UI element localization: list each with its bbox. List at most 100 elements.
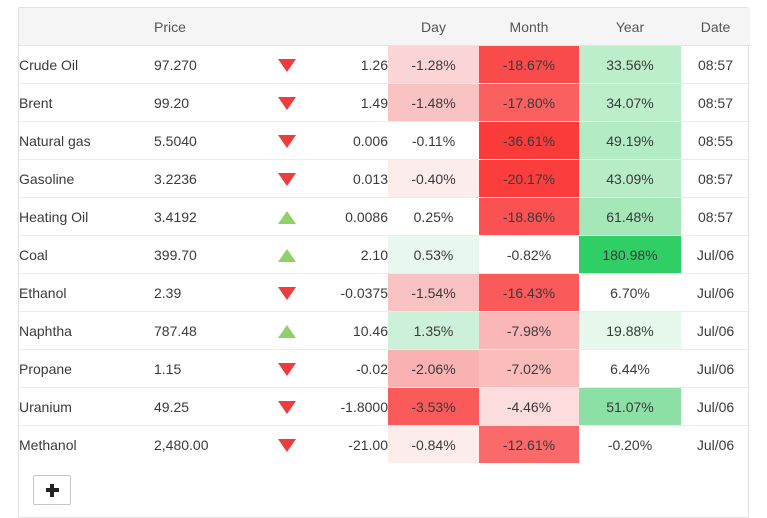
cell-price: 787.48 bbox=[154, 311, 266, 350]
add-row-button[interactable] bbox=[33, 475, 71, 505]
arrow-up-icon bbox=[278, 211, 296, 225]
cell-year-percent: 43.09% bbox=[579, 159, 681, 198]
cell-year-percent: 51.07% bbox=[579, 387, 681, 426]
cell-commodity-name: Coal bbox=[19, 235, 154, 274]
cell-direction bbox=[266, 387, 308, 426]
cell-commodity-name: Brent bbox=[19, 83, 154, 122]
cell-day-percent: 0.53% bbox=[388, 235, 479, 274]
arrow-down-icon bbox=[278, 401, 296, 415]
cell-change: 1.49 bbox=[308, 83, 388, 122]
cell-change: -0.02 bbox=[308, 349, 388, 388]
cell-date: 08:57 bbox=[681, 83, 750, 122]
cell-month-percent: -4.46% bbox=[479, 387, 579, 426]
cell-direction bbox=[266, 349, 308, 388]
cell-direction bbox=[266, 425, 308, 463]
arrow-down-icon bbox=[278, 97, 296, 111]
table-row[interactable]: Natural gas 5.5040 0.006 -0.11% -36.61% 49.19… bbox=[19, 121, 750, 160]
cell-date: 08:57 bbox=[697, 56, 734, 73]
cell-date: Jul/06 bbox=[681, 235, 750, 274]
cell-year-percent: 6.44% bbox=[579, 349, 681, 388]
cell-date: Jul/06 bbox=[681, 311, 750, 350]
cell-direction bbox=[266, 46, 308, 84]
arrow-down-icon bbox=[278, 59, 296, 73]
cell-price: 3.4192 bbox=[154, 197, 266, 236]
table-row[interactable]: Naphtha 787.48 10.46 1.35% -7.98% 19.88% Jul/0… bbox=[19, 311, 750, 350]
cell-month-percent: -7.98% bbox=[479, 311, 579, 350]
cell-year-percent: -0.20% bbox=[579, 425, 681, 463]
cell-month-percent: -18.67% bbox=[479, 45, 579, 84]
cell-day-percent: -0.11% bbox=[388, 121, 479, 160]
cell-direction bbox=[266, 311, 308, 350]
column-header-date: Date bbox=[681, 8, 750, 46]
cell-month-percent: -20.17% bbox=[479, 159, 579, 198]
cell-price: 99.20 bbox=[154, 83, 266, 122]
cell-price: 1.15 bbox=[154, 349, 266, 388]
cell-commodity-name: Gasoline bbox=[19, 159, 154, 198]
cell-day-percent: -1.54% bbox=[388, 273, 479, 312]
table-row[interactable]: Gasoline 3.2236 0.013 -0.40% -20.17% 43.09% 08… bbox=[19, 159, 750, 198]
cell-price: 399.70 bbox=[154, 235, 266, 274]
table-row[interactable]: Uranium 49.25 -1.8000 -3.53% -4.46% 51.07% Jul… bbox=[19, 387, 750, 426]
cell-year-percent: 49.19% bbox=[579, 121, 681, 160]
cell-date: Jul/06 bbox=[681, 425, 750, 463]
cell-direction bbox=[266, 235, 308, 274]
column-header-name bbox=[19, 8, 154, 46]
table-row[interactable]: Brent 99.20 1.49 -1.48% -17.80% 34.07% 08:57 bbox=[19, 83, 750, 122]
cell-price: 49.25 bbox=[154, 387, 266, 426]
table-row[interactable]: Heating Oil 3.4192 0.0086 0.25% -18.86% 61.48… bbox=[19, 197, 750, 236]
cell-direction bbox=[266, 121, 308, 160]
arrow-down-icon bbox=[278, 173, 296, 187]
cell-year-percent: 180.98% bbox=[579, 235, 681, 274]
commodities-table: Price Day Month Year Date Crude Oil 97.27… bbox=[19, 8, 750, 463]
cell-price: 97.270 bbox=[154, 56, 197, 73]
cell-month-percent: -36.61% bbox=[479, 121, 579, 160]
column-header-price: Price bbox=[154, 8, 266, 46]
arrow-up-icon bbox=[278, 325, 296, 339]
cell-commodity-name: Methanol bbox=[19, 425, 154, 463]
cell-commodity-name: Propane bbox=[19, 349, 154, 388]
column-header-month: Month bbox=[479, 8, 579, 46]
column-header-day: Day bbox=[388, 8, 479, 46]
table-row[interactable]: Crude Oil 97.270 1.26 -1.28% -18.67% 33.56% 08… bbox=[19, 45, 750, 84]
cell-month-percent: -0.82% bbox=[479, 235, 579, 274]
cell-date: 08:55 bbox=[681, 121, 750, 160]
table-body: Crude Oil 97.270 1.26 -1.28% -18.67% 33.56% 08… bbox=[19, 45, 750, 463]
cell-day-percent: -1.28% bbox=[388, 45, 479, 84]
cell-change: 2.10 bbox=[308, 235, 388, 274]
cell-date: Jul/06 bbox=[681, 349, 750, 388]
cell-change: 0.0086 bbox=[308, 197, 388, 236]
table-row[interactable]: Coal 399.70 2.10 0.53% -0.82% 180.98% Jul/06 bbox=[19, 235, 750, 274]
cell-date: Jul/06 bbox=[681, 273, 750, 312]
table-row[interactable]: Propane 1.15 -0.02 -2.06% -7.02% 6.44% Jul/06 bbox=[19, 349, 750, 388]
arrow-down-icon bbox=[278, 439, 296, 453]
cell-month-percent: -16.43% bbox=[479, 273, 579, 312]
cell-commodity-name: Naphtha bbox=[19, 311, 154, 350]
cell-price: 2,480.00 bbox=[154, 425, 266, 463]
cell-change: 0.013 bbox=[308, 159, 388, 198]
cell-commodity-name: Natural gas bbox=[19, 121, 154, 160]
arrow-down-icon bbox=[278, 363, 296, 377]
cell-direction bbox=[266, 83, 308, 122]
table-row[interactable]: Methanol 2,480.00 -21.00 -0.84% -12.61% -0.20… bbox=[19, 425, 750, 463]
cell-price: 5.5040 bbox=[154, 121, 266, 160]
cell-month-percent: -7.02% bbox=[479, 349, 579, 388]
cell-year-percent: 33.56% bbox=[579, 45, 681, 84]
cell-price: 3.2236 bbox=[154, 159, 266, 198]
cell-commodity-name: Crude Oil bbox=[19, 56, 79, 73]
cell-day-percent: -3.53% bbox=[388, 387, 479, 426]
header-row: Price Day Month Year Date bbox=[19, 8, 750, 46]
cell-year-percent: 19.88% bbox=[579, 311, 681, 350]
cell-day-percent: 1.35% bbox=[388, 311, 479, 350]
cell-date: 08:57 bbox=[681, 197, 750, 236]
cell-change: -1.8000 bbox=[308, 387, 388, 426]
commodities-panel: Price Day Month Year Date Crude Oil 97.27… bbox=[18, 7, 750, 518]
arrow-down-icon bbox=[278, 287, 296, 301]
cell-direction bbox=[266, 159, 308, 198]
arrow-up-icon bbox=[278, 249, 296, 263]
cell-day-percent: -0.40% bbox=[388, 159, 479, 198]
cell-day-percent: 0.25% bbox=[388, 197, 479, 236]
cell-day-percent: -1.48% bbox=[388, 83, 479, 122]
cell-day-percent: -2.06% bbox=[388, 349, 479, 388]
table-row[interactable]: Ethanol 2.39 -0.0375 -1.54% -16.43% 6.70% Jul/… bbox=[19, 273, 750, 312]
cell-change: 0.006 bbox=[308, 121, 388, 160]
